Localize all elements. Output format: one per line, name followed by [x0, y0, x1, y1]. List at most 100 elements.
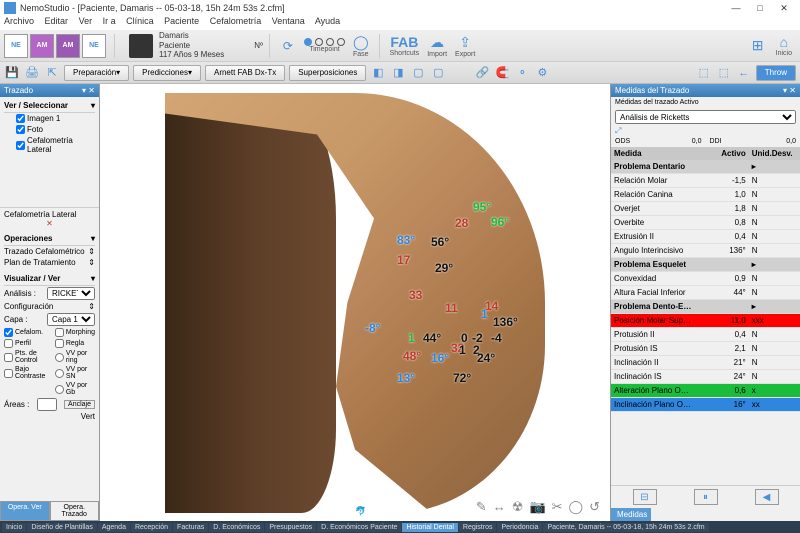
minimize-button[interactable]: — [724, 3, 748, 13]
ver-seleccionar-header[interactable]: Ver / Seleccionar▾ [4, 99, 95, 113]
patient-avatar[interactable] [129, 34, 153, 58]
tool-c-icon[interactable]: ▢ [410, 65, 426, 81]
ft-presup[interactable]: Presupuestos [265, 523, 316, 532]
magnet-icon[interactable]: 🧲 [494, 65, 510, 81]
link-icon[interactable]: 🔗 [474, 65, 490, 81]
ft-inicio[interactable]: Inicio [2, 523, 26, 532]
ft-perio[interactable]: Periodoncia [497, 523, 542, 532]
throw-button[interactable]: Throw [756, 65, 796, 81]
rad-ring[interactable] [55, 353, 64, 362]
reset-icon[interactable]: ↺ [589, 499, 600, 515]
vert-button[interactable]: Vert [81, 412, 95, 421]
tool-a-icon[interactable]: ◧ [370, 65, 386, 81]
measurements-list[interactable]: Problema Dentario▸Relación Molar-1,5NRel… [611, 160, 800, 485]
tab-opera-trazado[interactable]: Opera. Trazado [50, 501, 100, 521]
tool-d-icon[interactable]: ▢ [430, 65, 446, 81]
chk-morph[interactable] [55, 328, 64, 337]
arrow-left-icon[interactable]: ← [736, 65, 752, 81]
rp-btn-2[interactable]: ⏸ [694, 489, 718, 505]
gear-icon[interactable]: ⚙ [534, 65, 550, 81]
tree-cefalo[interactable]: Cefalometría Lateral [4, 135, 95, 155]
rp-btn-1[interactable]: ⊟ [633, 489, 657, 505]
visualizar-header[interactable]: Visualizar / Ver▾ [4, 272, 95, 286]
ft-diseno[interactable]: Diseño de Plantillas [27, 523, 96, 532]
arnett-button[interactable]: Arnett FAB Dx-Tx [205, 65, 285, 81]
operaciones-header[interactable]: Operaciones▾ [4, 232, 95, 246]
apps-grid-icon[interactable]: ⊞ [748, 36, 768, 56]
ft-pac[interactable]: Paciente, Damaris -- 05-03-18, 15h 24m 5… [543, 523, 708, 532]
ft-facturas[interactable]: Facturas [173, 523, 208, 532]
rp-btn-3[interactable]: ◀ [755, 489, 779, 505]
camera-icon[interactable]: 📷 [529, 499, 545, 515]
ft-agenda[interactable]: Agenda [98, 523, 130, 532]
measurement-row[interactable]: Extrusión II0,4N [611, 230, 800, 244]
menu-ventana[interactable]: Ventana [272, 16, 305, 26]
crop2-icon[interactable]: ⬚ [716, 65, 732, 81]
chk-pts[interactable] [4, 353, 13, 362]
close-button[interactable]: ✕ [772, 3, 796, 14]
chk-regla[interactable] [55, 339, 64, 348]
share-icon[interactable]: ⚬ [514, 65, 530, 81]
menu-ira[interactable]: Ir a [103, 16, 116, 26]
maximize-button[interactable]: □ [748, 3, 772, 13]
rad-gb[interactable] [55, 385, 64, 394]
fase-control[interactable]: ◯Fase [353, 34, 369, 58]
measurement-group[interactable]: Problema Dento-E…▸ [611, 300, 800, 314]
measurement-row[interactable]: Posición Molar Sup…11,0xxx [611, 314, 800, 328]
refresh-icon[interactable]: ⟳ [278, 36, 298, 56]
tool-b-icon[interactable]: ◨ [390, 65, 406, 81]
home-button[interactable]: ⌂Inicio [776, 34, 792, 57]
measurement-row[interactable]: Protusión II0,4N [611, 328, 800, 342]
measurement-row[interactable]: Overbite0,8N [611, 216, 800, 230]
menu-ver[interactable]: Ver [79, 16, 93, 26]
ft-deconp[interactable]: D. Económicos Paciente [317, 523, 401, 532]
delete-icon[interactable]: ✕ [4, 219, 95, 228]
areas-input[interactable] [37, 398, 57, 411]
superpos-button[interactable]: Superposiciones [289, 65, 366, 81]
measurement-row[interactable]: Altura Facial Inferior44°N [611, 286, 800, 300]
measurement-row[interactable]: Angulo Interincisivo136°N [611, 244, 800, 258]
measurement-row[interactable]: Inclinación Plano O…16°xx [611, 398, 800, 412]
menu-paciente[interactable]: Paciente [164, 16, 199, 26]
shortcuts-button[interactable]: FABShortcuts [390, 34, 420, 57]
rad-sn[interactable] [55, 369, 64, 378]
chk-bajo[interactable] [4, 369, 13, 378]
radiation-icon[interactable]: ☢ [512, 499, 524, 515]
module-am1[interactable]: AM [30, 34, 54, 58]
ruler-icon[interactable]: ↔ [493, 499, 506, 515]
export-button[interactable]: ⇪Export [455, 34, 475, 58]
ft-decon[interactable]: D. Económicos [209, 523, 264, 532]
tab-opera-ver[interactable]: Opera. Ver [0, 501, 50, 521]
measurement-group[interactable]: Problema Esquelet▸ [611, 258, 800, 272]
timepoint-control[interactable]: Timepoint [304, 38, 345, 53]
measurement-row[interactable]: Inclinación IS24°N [611, 370, 800, 384]
plan-trat-spinner[interactable]: ⇕ [88, 258, 95, 267]
menu-clinica[interactable]: Clínica [126, 16, 154, 26]
module-am2[interactable]: AM [56, 34, 80, 58]
measurement-row[interactable]: Protusión IS2,1N [611, 342, 800, 356]
measure-icon[interactable]: ✎ [476, 499, 487, 515]
menu-editar[interactable]: Editar [45, 16, 69, 26]
crop1-icon[interactable]: ⬚ [696, 65, 712, 81]
fit-icon[interactable]: ⇱ [44, 65, 60, 81]
ft-reg[interactable]: Registros [459, 523, 497, 532]
analysis-select[interactable]: Análisis de Ricketts [615, 110, 796, 124]
print-icon[interactable]: 🖨 [24, 65, 40, 81]
measurement-row[interactable]: Relación Molar-1,5N [611, 174, 800, 188]
measurement-group[interactable]: Problema Dentario▸ [611, 160, 800, 174]
ft-hist[interactable]: Historial Dental [402, 523, 457, 532]
chk-perfil[interactable] [4, 339, 13, 348]
menu-cefalometria[interactable]: Cefalometría [210, 16, 262, 26]
config-spinner[interactable]: ⇕ [88, 302, 95, 311]
measurement-row[interactable]: Relación Canina1,0N [611, 188, 800, 202]
tab-medidas[interactable]: Medidas [611, 508, 651, 521]
menu-archivo[interactable]: Archivo [4, 16, 34, 26]
tree-foto[interactable]: Foto [4, 124, 95, 135]
measurement-row[interactable]: Alteración Plano O…0,6x [611, 384, 800, 398]
module-ne[interactable]: NE [4, 34, 28, 58]
panel-pin-icon[interactable]: ▾ ✕ [82, 86, 95, 95]
circle-icon[interactable]: ◯ [569, 499, 584, 515]
rpanel-pin-icon[interactable]: ▾ ✕ [783, 86, 796, 95]
capa-select[interactable]: Capa 1 [47, 313, 95, 326]
save-icon[interactable]: 💾 [4, 65, 20, 81]
